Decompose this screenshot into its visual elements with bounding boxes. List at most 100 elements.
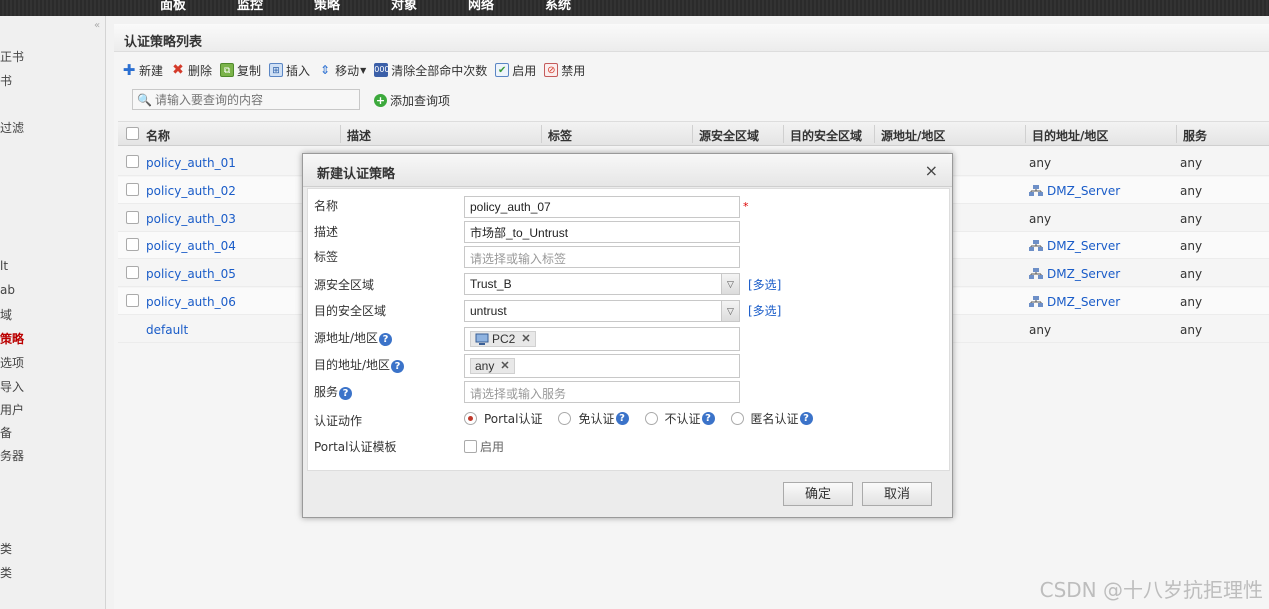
sidebar-item[interactable]: 书 xyxy=(0,72,12,89)
auth-action-group: Portal认证 免认证? 不认证? 匿名认证? xyxy=(464,410,829,427)
help-icon[interactable]: ? xyxy=(379,333,393,346)
sidebar-item[interactable]: 类 xyxy=(0,564,12,581)
policy-name[interactable]: policy_auth_04 xyxy=(146,239,236,253)
dest-address-link[interactable]: DMZ_Server xyxy=(1047,239,1120,253)
policy-name[interactable]: policy_auth_01 xyxy=(146,156,236,170)
disable-button[interactable]: ⊘ 禁用 xyxy=(544,62,585,79)
sidebar-item[interactable]: 用户 xyxy=(0,401,24,418)
enable-checkbox[interactable] xyxy=(464,440,477,453)
col-name[interactable]: 名称 xyxy=(146,127,170,144)
col-src-addr[interactable]: 源地址/地区 xyxy=(881,127,945,144)
table-header: 名称 描述 标签 源安全区域 目的安全区域 源地址/地区 目的地址/地区 服务 xyxy=(118,121,1269,146)
service-field[interactable]: 请选择或输入服务 xyxy=(464,381,740,403)
description-label: 描述 xyxy=(314,225,339,239)
dst-zone-select[interactable]: untrust ▽ xyxy=(464,300,740,322)
help-icon[interactable]: ? xyxy=(339,387,353,400)
add-query-button[interactable]: + 添加查询项 xyxy=(374,92,450,109)
nav-object[interactable]: 对象 xyxy=(391,0,417,13)
col-tag[interactable]: 标签 xyxy=(548,127,572,144)
new-label: 新建 xyxy=(139,63,164,78)
clear-hits-button[interactable]: 000 清除全部命中次数 xyxy=(374,62,487,79)
new-button[interactable]: ✚ 新建 xyxy=(122,62,163,79)
nav-policy[interactable]: 策略 xyxy=(314,0,340,13)
close-icon[interactable]: × xyxy=(925,161,938,180)
radio-no-auth[interactable]: 不认证? xyxy=(644,410,715,427)
tag-field[interactable]: 请选择或输入标签 xyxy=(464,246,740,268)
sidebar-item[interactable]: 选项 xyxy=(0,354,24,371)
description-field[interactable] xyxy=(464,221,740,243)
sidebar-item[interactable]: 过滤 xyxy=(0,119,24,136)
row-checkbox[interactable] xyxy=(126,238,139,251)
nav-monitor[interactable]: 监控 xyxy=(237,0,263,13)
nav-system[interactable]: 系统 xyxy=(545,0,571,13)
dst-addr-field[interactable]: any ✕ xyxy=(464,354,740,378)
cancel-button[interactable]: 取消 xyxy=(862,482,932,506)
dst-zone-multi-select[interactable]: [多选] xyxy=(748,302,781,319)
sidebar-item[interactable]: 导入 xyxy=(0,378,24,395)
row-checkbox[interactable] xyxy=(126,266,139,279)
remove-tag-icon[interactable]: ✕ xyxy=(500,359,509,373)
radio-exempt-auth[interactable]: 免认证? xyxy=(558,410,629,427)
row-checkbox[interactable] xyxy=(126,294,139,307)
src-addr-label: 源地址/地区? xyxy=(314,329,393,346)
copy-icon: ⧉ xyxy=(220,63,235,77)
help-icon[interactable]: ? xyxy=(701,412,715,425)
move-button[interactable]: ⇕ 移动 ▼ xyxy=(318,62,366,79)
sidebar: « 正书 书 过滤 lt ab 域 策略 选项 导入 用户 备 务器 类 类 xyxy=(0,16,106,609)
remove-tag-icon[interactable]: ✕ xyxy=(521,332,530,346)
col-dst-addr[interactable]: 目的地址/地区 xyxy=(1032,127,1108,144)
dest-address-link[interactable]: DMZ_Server xyxy=(1047,184,1120,198)
sidebar-item[interactable]: 类 xyxy=(0,540,12,557)
portal-template-enable[interactable]: 启用 xyxy=(464,438,504,455)
col-description[interactable]: 描述 xyxy=(347,127,371,144)
policy-name[interactable]: policy_auth_06 xyxy=(146,295,236,309)
dest-address-link[interactable]: DMZ_Server xyxy=(1047,295,1120,309)
ok-button[interactable]: 确定 xyxy=(783,482,853,506)
src-addr-label-text: 源地址/地区 xyxy=(314,331,379,345)
policy-name[interactable]: default xyxy=(146,323,188,337)
row-checkbox[interactable] xyxy=(126,183,139,196)
sidebar-item[interactable]: lt xyxy=(0,259,8,273)
service: any xyxy=(1180,184,1203,198)
enable-button[interactable]: ✔ 启用 xyxy=(495,62,536,79)
sidebar-item[interactable]: 务器 xyxy=(0,447,24,464)
service-label: 服务? xyxy=(314,383,353,400)
sidebar-item[interactable]: ab xyxy=(0,283,15,297)
row-checkbox[interactable] xyxy=(126,211,139,224)
delete-button[interactable]: ✖ 删除 xyxy=(171,62,212,79)
nav-network[interactable]: 网络 xyxy=(468,0,494,13)
policy-name[interactable]: policy_auth_02 xyxy=(146,184,236,198)
src-zone-multi-select[interactable]: [多选] xyxy=(748,276,781,293)
col-service[interactable]: 服务 xyxy=(1183,127,1207,144)
src-addr-field[interactable]: PC2 ✕ xyxy=(464,327,740,351)
col-src-zone[interactable]: 源安全区域 xyxy=(699,127,759,144)
src-zone-select[interactable]: Trust_B ▽ xyxy=(464,273,740,295)
dest-address-cell: DMZ_Server xyxy=(1029,295,1120,309)
radio-anonymous-auth[interactable]: 匿名认证? xyxy=(730,410,813,427)
radio-portal-auth[interactable]: Portal认证 xyxy=(464,410,542,427)
help-icon[interactable]: ? xyxy=(615,412,629,425)
sidebar-item[interactable]: 正书 xyxy=(0,48,24,65)
dest-address-link[interactable]: DMZ_Server xyxy=(1047,267,1120,281)
help-icon[interactable]: ? xyxy=(391,360,405,373)
sidebar-item[interactable]: 域 xyxy=(0,306,12,323)
search-input[interactable] xyxy=(154,92,355,107)
chevron-down-icon[interactable]: ▽ xyxy=(721,301,739,321)
nav-dashboard[interactable]: 面板 xyxy=(160,0,186,13)
help-icon[interactable]: ? xyxy=(799,412,813,425)
collapse-icon[interactable]: « xyxy=(94,20,100,31)
sidebar-item-auth-policy[interactable]: 策略 xyxy=(0,330,24,347)
policy-name[interactable]: policy_auth_03 xyxy=(146,212,236,226)
row-checkbox[interactable] xyxy=(126,155,139,168)
radio-label: 匿名认证 xyxy=(750,412,799,426)
select-all-checkbox[interactable] xyxy=(126,127,139,140)
policy-name[interactable]: policy_auth_05 xyxy=(146,267,236,281)
insert-button[interactable]: ⊞ 插入 xyxy=(269,62,310,79)
copy-button[interactable]: ⧉ 复制 xyxy=(220,62,261,79)
new-auth-policy-dialog: 新建认证策略 × 名称 * 描述 标签 请选择或输入标签 源安全区域 Trust… xyxy=(302,153,953,518)
auth-action-label: 认证动作 xyxy=(314,414,363,428)
name-field[interactable] xyxy=(464,196,740,218)
col-dst-zone[interactable]: 目的安全区域 xyxy=(790,127,862,144)
sidebar-item[interactable]: 备 xyxy=(0,424,12,441)
chevron-down-icon[interactable]: ▽ xyxy=(721,274,739,294)
